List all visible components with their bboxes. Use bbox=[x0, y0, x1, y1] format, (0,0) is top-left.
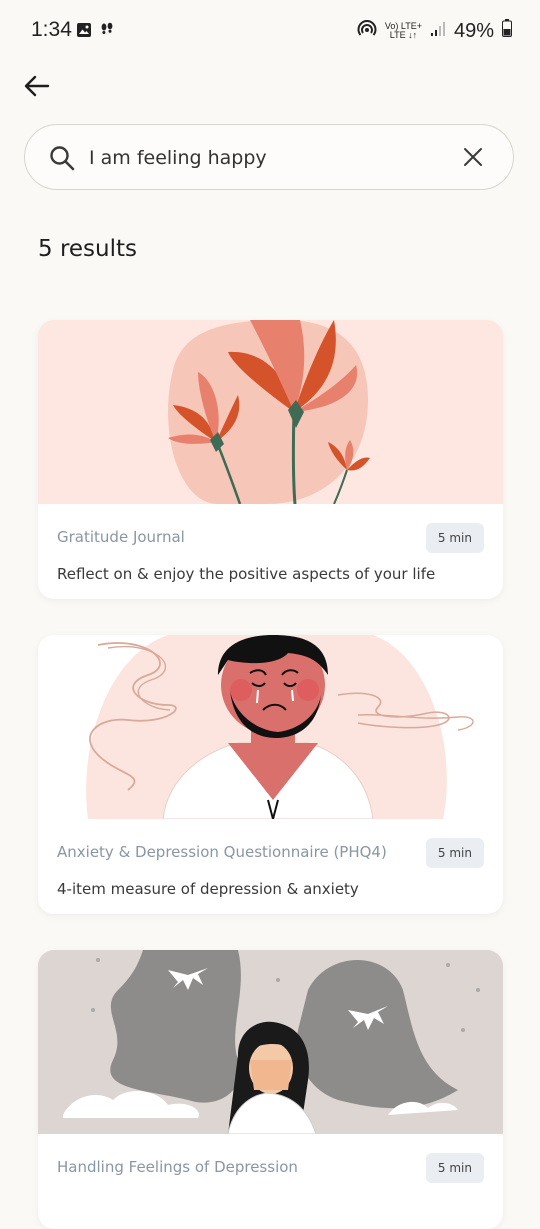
card-description: Reflect on & enjoy the positive aspects … bbox=[57, 565, 436, 583]
duration-badge: 5 min bbox=[425, 838, 484, 868]
status-bar: 1:34 Vo) LTE+ LTE ↓↑ 49% bbox=[0, 0, 540, 62]
result-card-handling-depression[interactable]: Handling Feelings of Depression 5 min bbox=[38, 950, 503, 1229]
card-title: Gratitude Journal bbox=[57, 528, 185, 546]
card-description: 4-item measure of depression & anxiety bbox=[57, 880, 359, 898]
arrow-left-icon bbox=[24, 75, 50, 97]
signal-icon bbox=[430, 20, 446, 43]
status-time: 1:34 bbox=[31, 18, 72, 41]
network-type: Vo) LTE+ LTE ↓↑ bbox=[384, 21, 422, 40]
gallery-icon bbox=[76, 22, 92, 43]
footsteps-icon bbox=[100, 22, 114, 43]
result-card-gratitude-journal[interactable]: Gratitude Journal 5 min Reflect on & enj… bbox=[38, 320, 503, 599]
close-icon[interactable] bbox=[463, 147, 483, 171]
results-count: 5 results bbox=[38, 236, 137, 262]
battery-percentage: 49% bbox=[453, 19, 494, 42]
search-bar bbox=[24, 124, 514, 190]
hotspot-icon bbox=[357, 18, 377, 44]
search-icon bbox=[49, 145, 75, 175]
search-input[interactable] bbox=[89, 139, 449, 177]
battery-icon bbox=[502, 19, 512, 43]
ghosts-illustration bbox=[38, 950, 503, 1135]
flowers-illustration bbox=[38, 320, 503, 505]
sad-person-illustration bbox=[38, 635, 503, 823]
result-card-phq4[interactable]: Anxiety & Depression Questionnaire (PHQ4… bbox=[38, 635, 503, 914]
back-button[interactable] bbox=[22, 71, 52, 101]
card-title: Handling Feelings of Depression bbox=[57, 1158, 298, 1176]
duration-badge: 5 min bbox=[425, 1153, 484, 1183]
card-title: Anxiety & Depression Questionnaire (PHQ4… bbox=[57, 843, 387, 861]
duration-badge: 5 min bbox=[425, 523, 484, 553]
